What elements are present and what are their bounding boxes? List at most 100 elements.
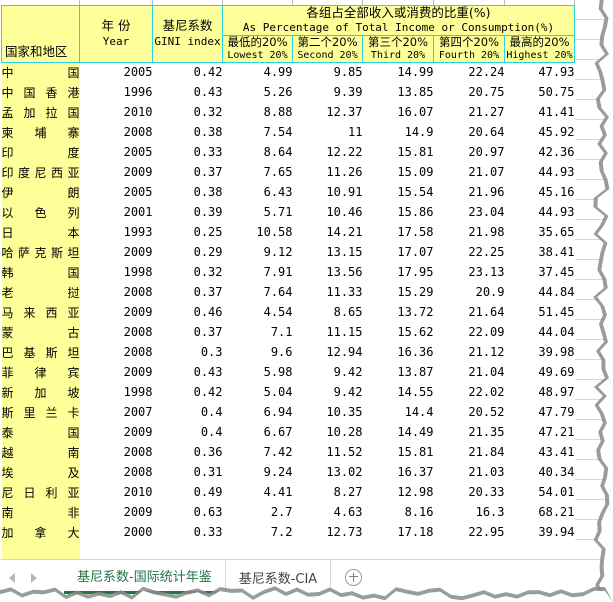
cell-gini[interactable]: 0.39 [152,202,223,223]
nav-prev-icon[interactable] [9,573,15,583]
cell-q2[interactable]: 9.85 [292,62,363,83]
cell-q5[interactable]: 45.92 [504,122,575,143]
cell-q3[interactable]: 16.36 [362,342,434,363]
cell-gini[interactable]: 0.33 [152,522,223,543]
cell-q4[interactable]: 21.04 [433,362,505,383]
cell-year[interactable]: 2009 [79,362,153,383]
cell-country[interactable]: 孟加拉国 [1,102,80,123]
cell-q1[interactable]: 5.71 [222,202,293,223]
cell-q3[interactable]: 16.07 [362,102,434,123]
cell-q4[interactable]: 22.24 [433,62,505,83]
cell-year[interactable]: 2000 [79,522,153,543]
cell-q5[interactable]: 38.41 [504,242,575,263]
cell-q3[interactable]: 14.99 [362,62,434,83]
cell-q5[interactable]: 42.36 [504,142,575,163]
cell-country[interactable]: 印度 [1,142,80,163]
cell-country[interactable]: 日本 [1,222,80,243]
cell-q3[interactable]: 14.9 [362,122,434,143]
cell-q2[interactable]: 10.28 [292,422,363,443]
cell-q5[interactable]: 44.93 [504,162,575,183]
cell-q3[interactable]: 13.85 [362,82,434,103]
cell-year[interactable]: 2008 [79,342,153,363]
cell-gini[interactable]: 0.37 [152,322,223,343]
cell-q4[interactable]: 20.75 [433,82,505,103]
cell-q4[interactable]: 21.96 [433,182,505,203]
cell-q4[interactable]: 21.84 [433,442,505,463]
cell-q3[interactable]: 15.81 [362,142,434,163]
cell-q4[interactable]: 23.04 [433,202,505,223]
cell-q3[interactable]: 17.58 [362,222,434,243]
cell-gini[interactable]: 0.63 [152,502,223,523]
cell-q5[interactable]: 47.93 [504,62,575,83]
cell-year[interactable]: 2009 [79,422,153,443]
cell-year[interactable]: 2009 [79,242,153,263]
cell-q3[interactable]: 14.4 [362,402,434,423]
nav-next-icon[interactable] [31,573,37,583]
cell-year[interactable]: 2001 [79,202,153,223]
cell-q1[interactable]: 6.67 [222,422,293,443]
cell-country[interactable]: 蒙古 [1,322,80,343]
cell-q2[interactable]: 13.15 [292,242,363,263]
cell-q1[interactable]: 6.94 [222,402,293,423]
cell-country[interactable]: 泰国 [1,422,80,443]
cell-q4[interactable]: 23.13 [433,262,505,283]
cell-year[interactable]: 2010 [79,482,153,503]
cell-q4[interactable]: 20.64 [433,122,505,143]
cell-q3[interactable]: 17.18 [362,522,434,543]
cell-gini[interactable]: 0.4 [152,402,223,423]
cell-q5[interactable]: 40.34 [504,462,575,483]
cell-q1[interactable]: 9.24 [222,462,293,483]
cell-q5[interactable]: 47.21 [504,422,575,443]
cell-q2[interactable]: 13.02 [292,462,363,483]
cell-q2[interactable]: 10.91 [292,182,363,203]
cell-q4[interactable]: 22.25 [433,242,505,263]
cell-year[interactable]: 2005 [79,182,153,203]
cell-year[interactable]: 2010 [79,102,153,123]
cell-country[interactable]: 巴基斯坦 [1,342,80,363]
cell-q2[interactable]: 11.33 [292,282,363,303]
cell-q4[interactable]: 21.07 [433,162,505,183]
cell-country[interactable]: 斯里兰卡 [1,402,80,423]
cell-q1[interactable]: 2.7 [222,502,293,523]
cell-country[interactable]: 印度尼西亚 [1,162,80,183]
cell-q3[interactable]: 17.95 [362,262,434,283]
cell-country[interactable]: 尼日利亚 [1,482,80,503]
cell-q2[interactable]: 11 [292,122,363,143]
cell-q5[interactable]: 41.41 [504,102,575,123]
cell-q2[interactable]: 11.15 [292,322,363,343]
cell-gini[interactable]: 0.43 [152,82,223,103]
cell-q1[interactable]: 8.88 [222,102,293,123]
cell-q1[interactable]: 4.41 [222,482,293,503]
cell-country[interactable]: 埃及 [1,462,80,483]
cell-q5[interactable]: 43.41 [504,442,575,463]
cell-q5[interactable]: 44.04 [504,322,575,343]
cell-q3[interactable]: 14.49 [362,422,434,443]
cell-year[interactable]: 2009 [79,302,153,323]
cell-q5[interactable]: 35.65 [504,222,575,243]
cell-q4[interactable]: 21.03 [433,462,505,483]
cell-country[interactable]: 加拿大 [1,522,80,543]
cell-year[interactable]: 2008 [79,322,153,343]
cell-q3[interactable]: 15.86 [362,202,434,223]
cell-q4[interactable]: 20.52 [433,402,505,423]
cell-gini[interactable]: 0.33 [152,142,223,163]
cell-q2[interactable]: 10.46 [292,202,363,223]
cell-year[interactable]: 2008 [79,282,153,303]
cell-q3[interactable]: 13.72 [362,302,434,323]
cell-gini[interactable]: 0.29 [152,242,223,263]
cell-q4[interactable]: 21.98 [433,222,505,243]
cell-country[interactable]: 中国香港 [1,82,80,103]
cell-year[interactable]: 1998 [79,262,153,283]
cell-country[interactable]: 越南 [1,442,80,463]
cell-q1[interactable]: 5.04 [222,382,293,403]
cell-q3[interactable]: 15.54 [362,182,434,203]
cell-q3[interactable]: 12.98 [362,482,434,503]
cell-q4[interactable]: 21.64 [433,302,505,323]
cell-q1[interactable]: 7.64 [222,282,293,303]
cell-q5[interactable]: 68.21 [504,502,575,523]
cell-q3[interactable]: 13.87 [362,362,434,383]
cell-q5[interactable]: 39.98 [504,342,575,363]
sheet-tab-1[interactable]: 基尼系数-国际统计年鉴 [64,560,226,594]
cell-q1[interactable]: 7.54 [222,122,293,143]
cell-q5[interactable]: 50.75 [504,82,575,103]
